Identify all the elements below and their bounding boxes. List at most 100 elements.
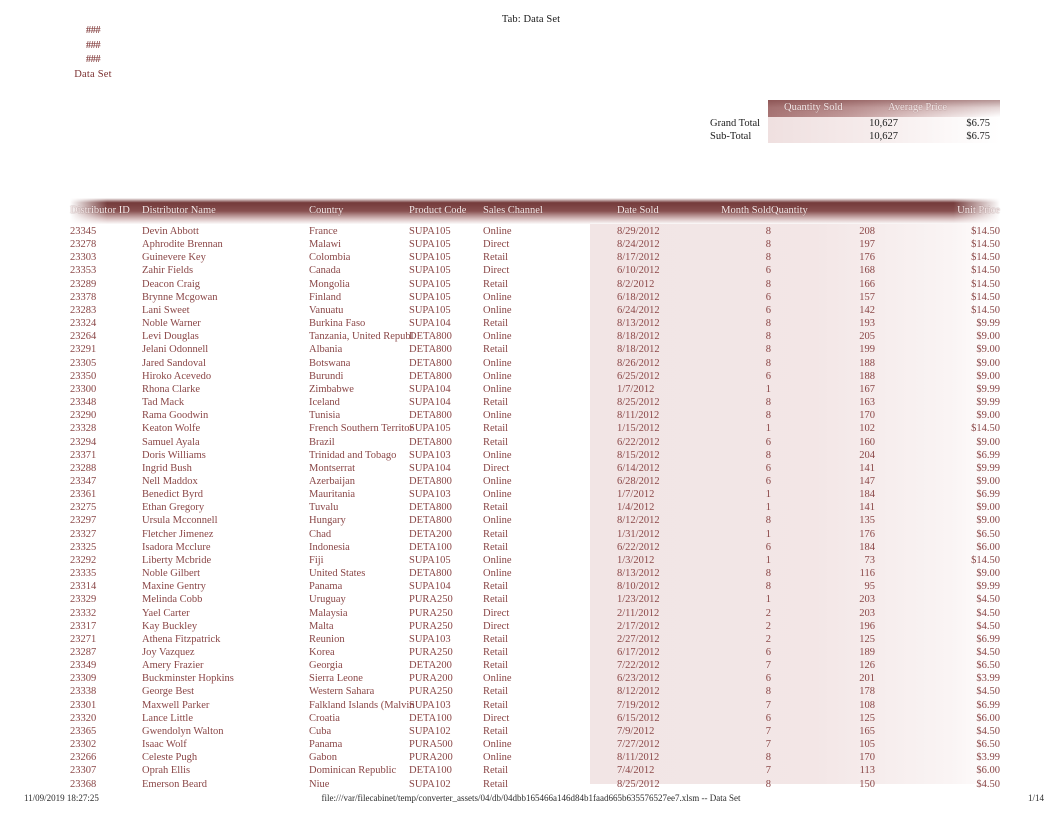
cell-date-sold: 8/11/2012 <box>617 410 660 422</box>
table-row[interactable]: 23349 Amery Frazier Georgia DETA200 Retail 7/… <box>70 659 1000 672</box>
table-row[interactable]: 23328 Keaton Wolfe French Southern Territo… <box>70 422 1000 435</box>
cell-distributor-name: Aphrodite Brennan <box>142 239 223 251</box>
cell-product-code: DETA100 <box>409 712 452 724</box>
column-header-unit-price[interactable]: Unit Price <box>875 198 1000 225</box>
cell-date-sold: 1/23/2012 <box>617 594 660 606</box>
cell-date-sold: 8/18/2012 <box>617 344 660 356</box>
table-row[interactable]: 23309 Buckminster Hopkins Sierra Leone PURA… <box>70 672 1000 685</box>
country-text: Burkina Faso <box>309 318 366 330</box>
table-row[interactable]: 23350 Hiroko Acevedo Burundi DETA800 Online 6… <box>70 370 1000 383</box>
cell-month-sold: 8 <box>765 581 771 593</box>
table-row[interactable]: 23325 Isadora Mcclure Indonesia DETA100 Reta… <box>70 541 1000 554</box>
cell-date-sold: 2/11/2012 <box>617 607 660 619</box>
table-row[interactable]: 23283 Lani Sweet Vanuatu SUPA105 Online 6/24/… <box>70 304 1000 317</box>
cell-country: Colombia <box>309 251 409 264</box>
breadcrumb-item-data-set[interactable]: Data Set <box>28 68 158 83</box>
table-row[interactable]: 23307 Oprah Ellis Dominican Republic DETA10… <box>70 764 1000 777</box>
table-row[interactable]: 23345 Devin Abbott France SUPA105 Online 8/29… <box>70 225 1000 238</box>
table-row[interactable]: 23291 Jelani Odonnell Albania DETA800 Retail… <box>70 343 1000 356</box>
cell-country: Mauritania <box>309 488 409 501</box>
cell-distributor-name: Melinda Cobb <box>142 594 203 606</box>
column-header-product-code[interactable]: Product Code <box>409 198 483 225</box>
cell-product-code: SUPA104 <box>409 462 451 474</box>
table-row[interactable]: 23275 Ethan Gregory Tuvalu DETA800 Retail 1/4… <box>70 501 1000 514</box>
cell-distributor-id: 23365 <box>70 725 97 737</box>
column-header-distributor-id[interactable]: Distributor ID <box>70 198 142 225</box>
breadcrumb-item-2[interactable]: ### <box>28 39 158 54</box>
table-row[interactable]: 23320 Lance Little Croatia DETA100 Direct 6/1… <box>70 712 1000 725</box>
cell-sales-channel: Retail <box>483 686 509 698</box>
table-row[interactable]: 23302 Isaac Wolf Panama PURA500 Online 7/27/2… <box>70 738 1000 751</box>
table-row[interactable]: 23266 Celeste Pugh Gabon PURA200 Online 8/11/… <box>70 751 1000 764</box>
table-row[interactable]: 23314 Maxine Gentry Panama SUPA104 Retail 8/1… <box>70 580 1000 593</box>
cell-date-sold: 6/22/2012 <box>617 541 660 553</box>
table-row[interactable]: 23371 Doris Williams Trinidad and Tobago SU… <box>70 449 1000 462</box>
cell-quantity: 142 <box>859 304 875 316</box>
totals-row-sub-total: Sub-Total 10,627 $6.75 <box>710 130 1000 144</box>
tab-label: Tab: Data Set <box>501 14 561 25</box>
data-table: Distributor ID Distributor Name Country … <box>70 198 1000 791</box>
cell-distributor-name: Benedict Byrd <box>142 489 203 501</box>
column-header-date-sold[interactable]: Date Sold <box>617 198 709 225</box>
cell-product-code: SUPA103 <box>409 449 451 461</box>
table-row[interactable]: 23348 Tad Mack Iceland SUPA104 Retail 8/25/20… <box>70 396 1000 409</box>
cell-distributor-name: Buckminster Hopkins <box>142 673 234 685</box>
cell-product-code: PURA250 <box>409 620 453 632</box>
table-row[interactable]: 23327 Fletcher Jimenez Chad DETA200 Retail 1/… <box>70 528 1000 541</box>
table-row[interactable]: 23347 Nell Maddox Azerbaijan DETA800 Online 6… <box>70 475 1000 488</box>
column-header-quantity[interactable]: Quantity <box>771 198 875 225</box>
country-text: Western Sahara <box>309 686 375 698</box>
cell-country: Zimbabwe <box>309 383 409 396</box>
cell-unit-price: $6.99 <box>976 633 1000 645</box>
cell-date-sold: 7/4/2012 <box>617 765 655 777</box>
table-row[interactable]: 23264 Levi Douglas Tanzania, United Republ… <box>70 330 1000 343</box>
table-row[interactable]: 23353 Zahir Fields Canada SUPA105 Direct 6/10… <box>70 264 1000 277</box>
cell-date-sold: 8/13/2012 <box>617 318 660 330</box>
cell-product-code: PURA200 <box>409 752 453 764</box>
table-row[interactable]: 23278 Aphrodite Brennan Malawi SUPA105 Direc… <box>70 238 1000 251</box>
table-row[interactable]: 23287 Joy Vazquez Korea PURA250 Retail 6/17/2… <box>70 646 1000 659</box>
table-row[interactable]: 23292 Liberty Mcbride Fiji SUPA105 Online 1/3… <box>70 554 1000 567</box>
table-row[interactable]: 23317 Kay Buckley Malta PURA250 Direct 2/17/2… <box>70 620 1000 633</box>
cell-distributor-id: 23327 <box>70 528 97 540</box>
table-row[interactable]: 23288 Ingrid Bush Montserrat SUPA104 Direct 6… <box>70 462 1000 475</box>
column-header-distributor-name[interactable]: Distributor Name <box>142 198 309 225</box>
column-header-sales-channel[interactable]: Sales Channel <box>483 198 617 225</box>
cell-quantity: 188 <box>859 357 875 369</box>
cell-date-sold: 1/7/2012 <box>617 383 655 395</box>
cell-product-code: DETA100 <box>409 541 452 553</box>
breadcrumb-item-3[interactable]: ### <box>28 53 158 68</box>
cell-date-sold: 8/25/2012 <box>617 778 660 790</box>
table-row[interactable]: 23294 Samuel Ayala Brazil DETA800 Retail 6/22… <box>70 436 1000 449</box>
table-row[interactable]: 23324 Noble Warner Burkina Faso SUPA104 Reta… <box>70 317 1000 330</box>
table-row[interactable]: 23305 Jared Sandoval Botswana DETA800 Online… <box>70 357 1000 370</box>
cell-quantity: 178 <box>859 686 875 698</box>
table-row[interactable]: 23365 Gwendolyn Walton Cuba SUPA102 Retail 7/… <box>70 725 1000 738</box>
table-row[interactable]: 23361 Benedict Byrd Mauritania SUPA103 Onlin… <box>70 488 1000 501</box>
table-row[interactable]: 23368 Emerson Beard Niue SUPA102 Retail 8/25/… <box>70 778 1000 791</box>
country-text: Botswana <box>309 357 351 369</box>
breadcrumb-item-1[interactable]: ### <box>28 24 158 39</box>
table-row[interactable]: 23303 Guinevere Key Colombia SUPA105 Retail 8… <box>70 251 1000 264</box>
table-row[interactable]: 23290 Rama Goodwin Tunisia DETA800 Online 8/1… <box>70 409 1000 422</box>
cell-date-sold: 8/2/2012 <box>617 278 655 290</box>
table-row[interactable]: 23301 Maxwell Parker Falkland Islands (Mal… <box>70 699 1000 712</box>
table-row[interactable]: 23378 Brynne Mcgowan Finland SUPA105 Online 6… <box>70 291 1000 304</box>
table-row[interactable]: 23335 Noble Gilbert United States DETA800 On… <box>70 567 1000 580</box>
column-header-country[interactable]: Country <box>309 198 409 225</box>
cell-quantity: 147 <box>859 475 875 487</box>
table-row[interactable]: 23338 George Best Western Sahara PURA250 Ret… <box>70 685 1000 698</box>
table-row[interactable]: 23289 Deacon Craig Mongolia SUPA105 Retail 8/… <box>70 278 1000 291</box>
cell-distributor-name: Emerson Beard <box>142 778 208 790</box>
table-row[interactable]: 23332 Yael Carter Malaysia PURA250 Direct 2/1… <box>70 607 1000 620</box>
column-header-month-sold[interactable]: Month Sold <box>709 198 771 225</box>
cell-quantity: 160 <box>859 436 875 448</box>
table-row[interactable]: 23300 Rhona Clarke Zimbabwe SUPA104 Online 1/… <box>70 383 1000 396</box>
cell-unit-price: $9.99 <box>976 462 1000 474</box>
table-row[interactable]: 23329 Melinda Cobb Uruguay PURA250 Retail 1/2… <box>70 593 1000 606</box>
cell-month-sold: 8 <box>765 226 771 237</box>
table-row[interactable]: 23297 Ursula Mcconnell Hungary DETA800 Onlin… <box>70 514 1000 527</box>
cell-distributor-id: 23309 <box>70 673 97 685</box>
table-row[interactable]: 23271 Athena Fitzpatrick Reunion SUPA103 Ret… <box>70 633 1000 646</box>
cell-product-code: SUPA104 <box>409 383 451 395</box>
